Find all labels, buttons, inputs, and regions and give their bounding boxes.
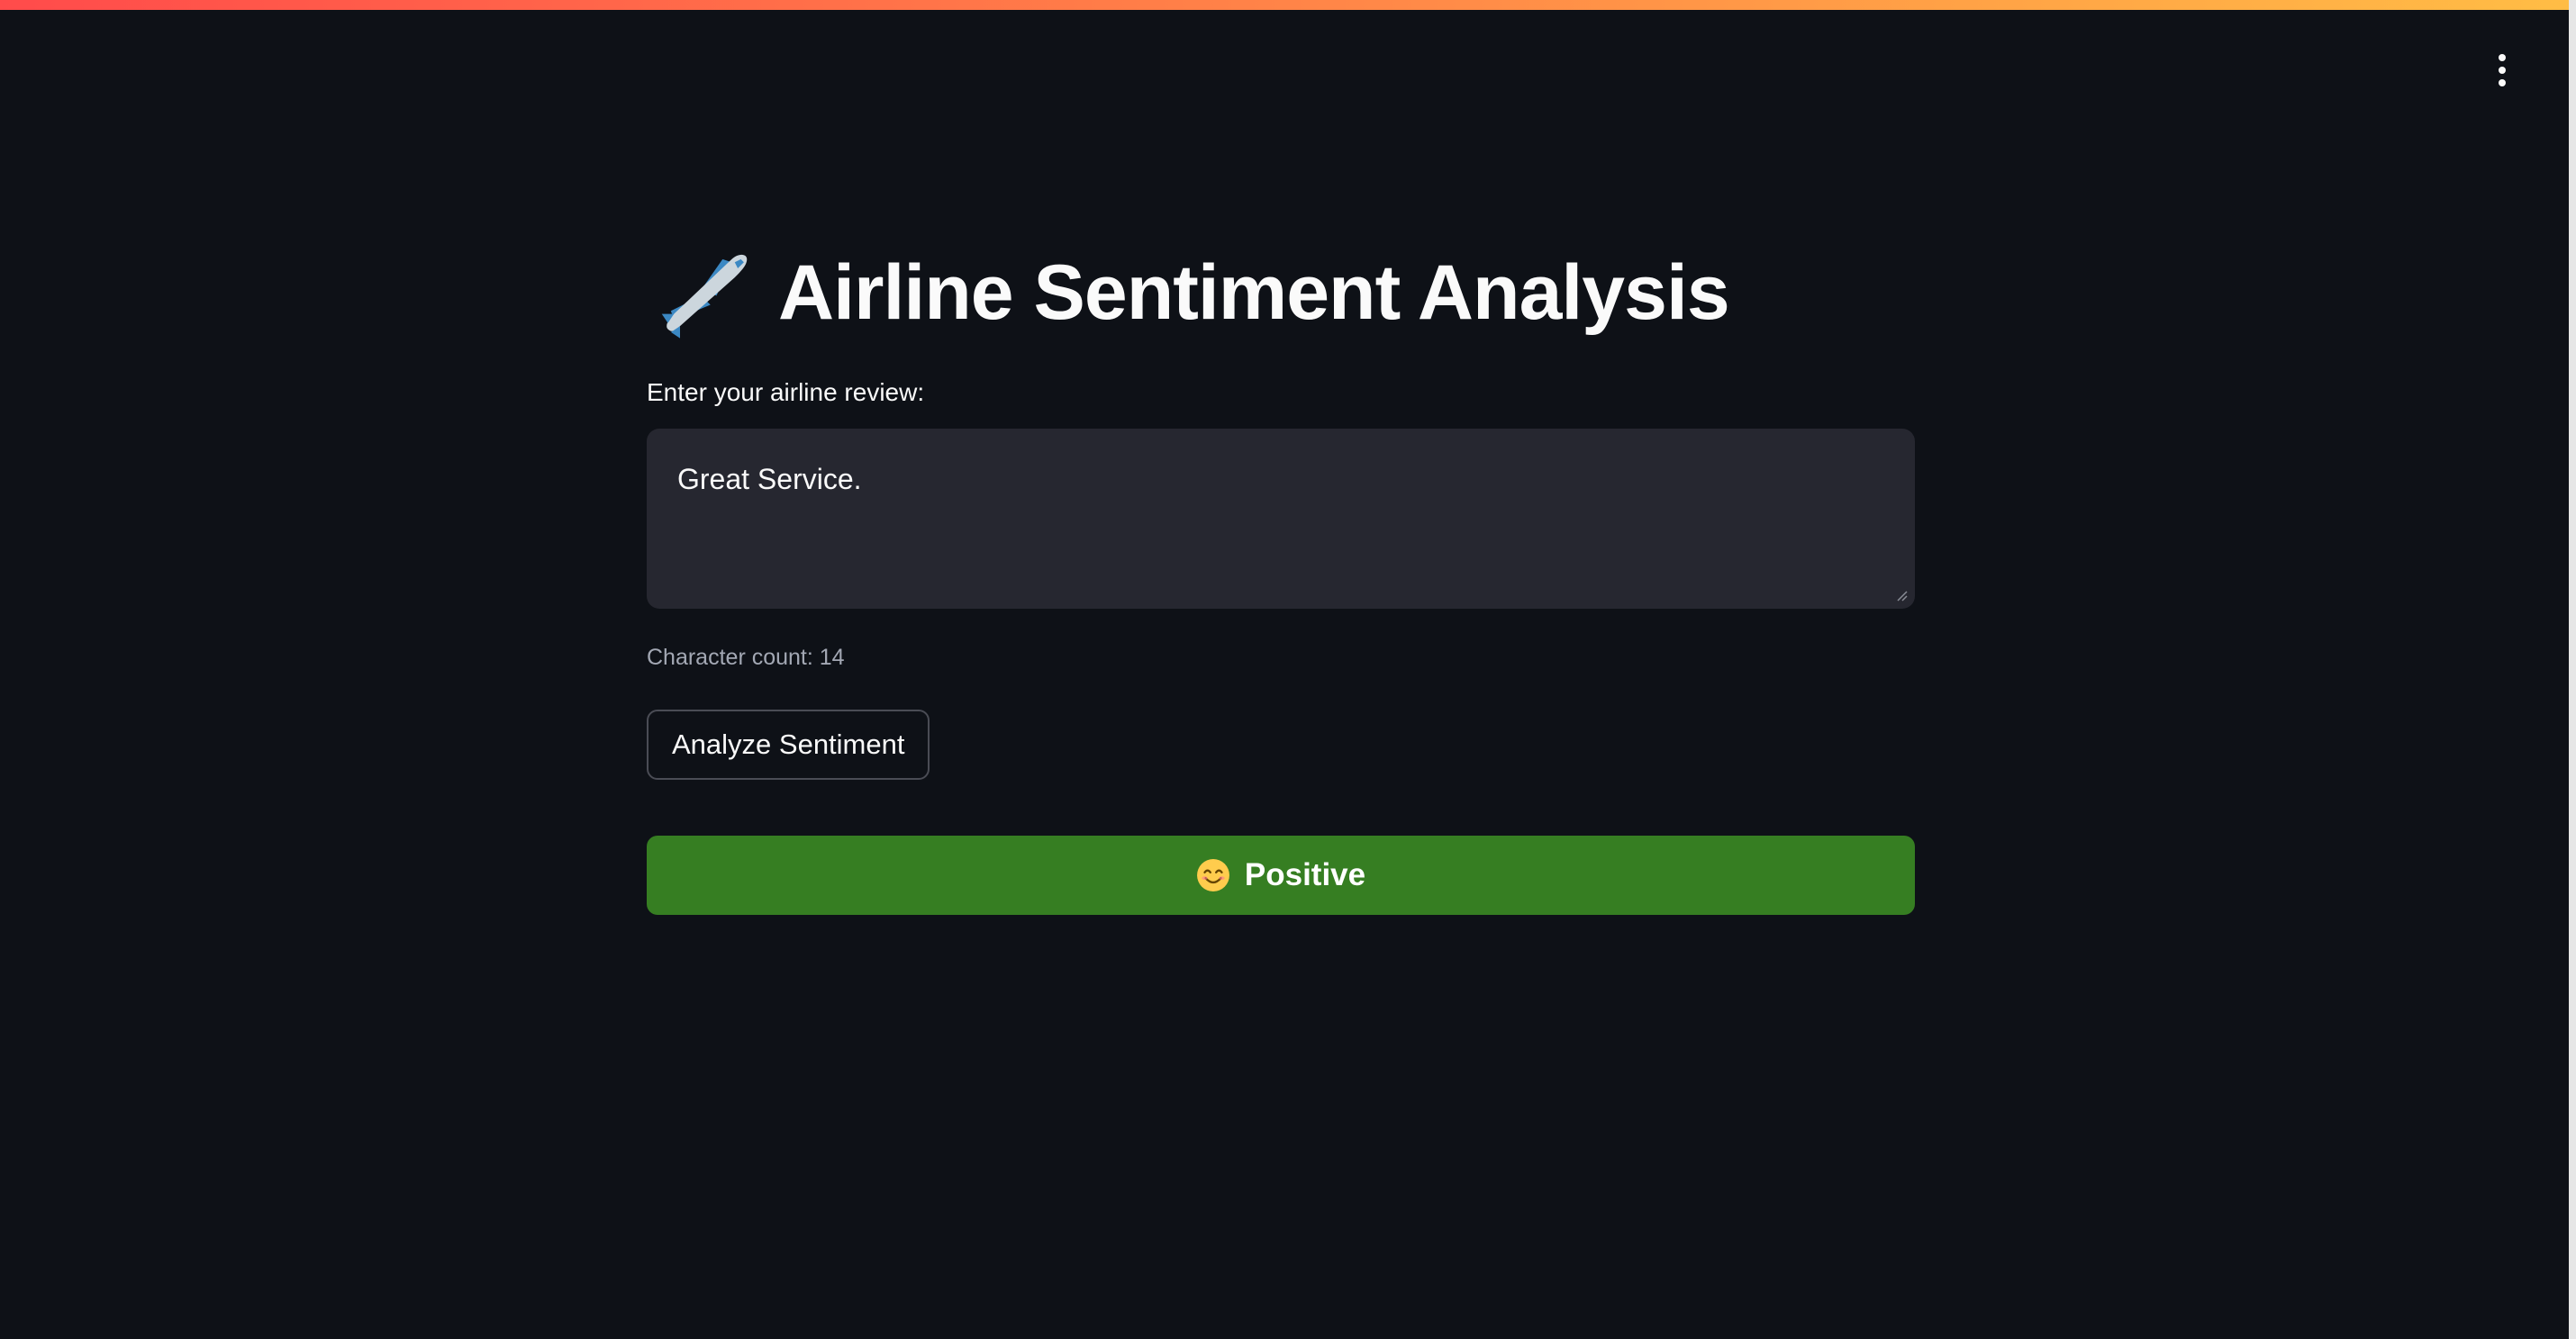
sentiment-result-banner: Positive — [647, 836, 1915, 915]
main-content: Airline Sentiment Analysis Enter your ai… — [647, 225, 1915, 915]
page-title: Airline Sentiment Analysis — [778, 249, 1730, 336]
review-textarea[interactable] — [647, 429, 1915, 609]
review-input-label: Enter your airline review: — [647, 378, 925, 406]
vertical-ellipsis-icon — [2499, 67, 2506, 74]
vertical-ellipsis-icon — [2499, 54, 2506, 61]
window-edge — [2569, 0, 2576, 1339]
vertical-ellipsis-icon — [2499, 79, 2506, 86]
review-textarea-container — [647, 429, 1915, 609]
app-root: Airline Sentiment Analysis Enter your ai… — [0, 0, 2576, 1339]
page-header: Airline Sentiment Analysis — [647, 225, 1915, 360]
sentiment-result-label: Positive — [1244, 857, 1366, 892]
character-count: Character count: 14 — [647, 645, 845, 670]
resize-handle-icon[interactable] — [1893, 587, 1908, 602]
main-menu-button[interactable] — [2482, 50, 2522, 90]
top-decoration-bar — [0, 0, 2576, 10]
smiling-face-icon — [1196, 859, 1229, 891]
airplane-icon — [661, 254, 748, 339]
analyze-sentiment-button[interactable]: Analyze Sentiment — [647, 710, 930, 780]
